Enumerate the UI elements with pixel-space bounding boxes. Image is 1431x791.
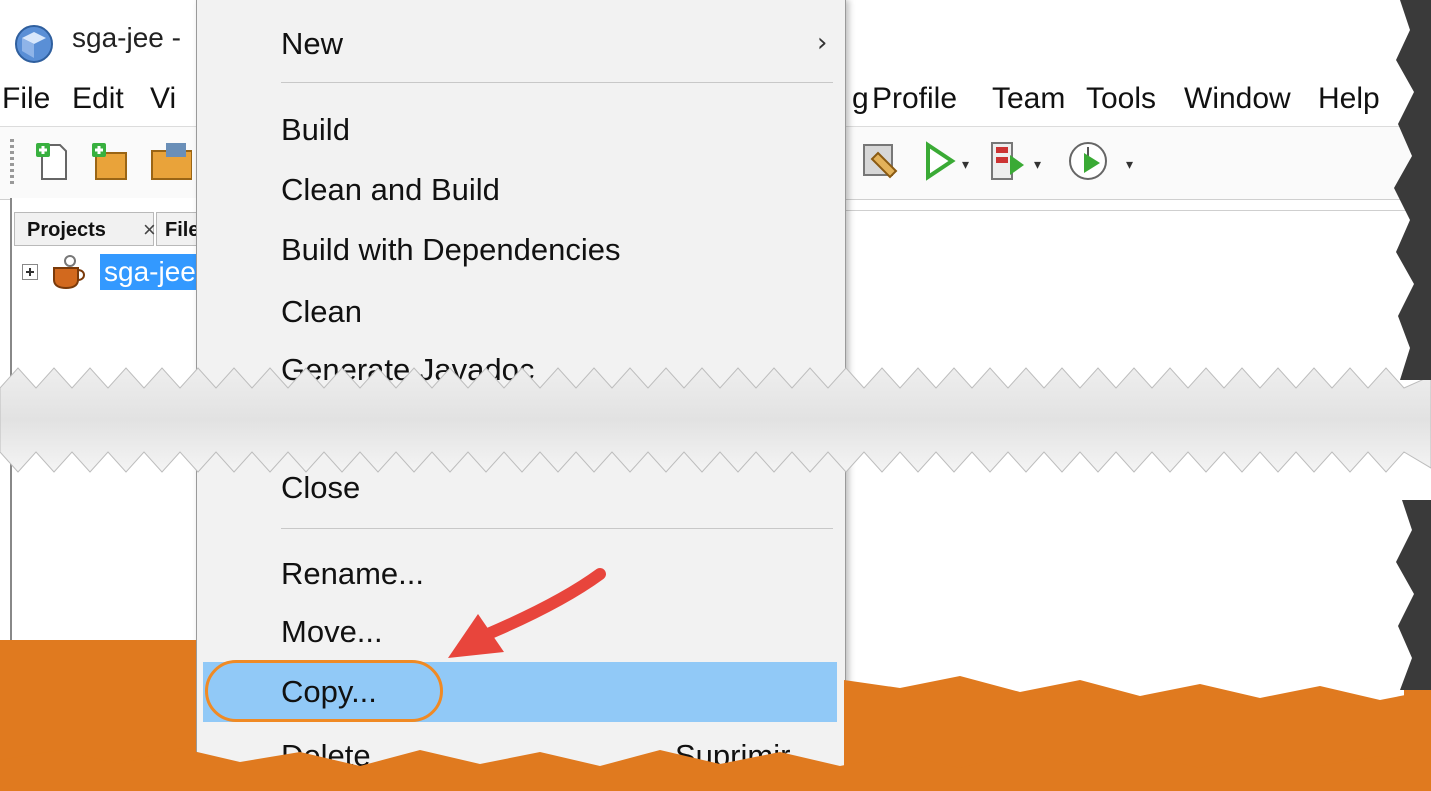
menu-item-clean[interactable]: Clean — [281, 294, 362, 330]
debug-icon[interactable] — [986, 139, 1030, 183]
tab-projects-label: Projects — [27, 219, 106, 241]
menu-window[interactable]: Window — [1184, 82, 1291, 116]
debug-dropdown-icon[interactable]: ▾ — [1034, 157, 1041, 173]
torn-edge-right — [1394, 0, 1431, 791]
run-icon[interactable] — [918, 139, 962, 183]
menu-file[interactable]: File — [2, 82, 50, 116]
open-project-icon[interactable] — [148, 139, 192, 183]
menu-item-new[interactable]: New — [281, 26, 343, 62]
torn-edge-bottom — [0, 640, 1431, 791]
torn-paper-band — [0, 367, 1431, 473]
menu-profile[interactable]: Profile — [872, 82, 957, 116]
tree-root-project[interactable]: sga-jee — [100, 254, 200, 290]
menu-tools[interactable]: Tools — [1086, 82, 1156, 116]
menu-debug[interactable]: g — [852, 82, 869, 116]
menu-view[interactable]: Vi — [150, 82, 176, 116]
toolbar-grip[interactable] — [10, 139, 14, 187]
run-dropdown-icon[interactable]: ▾ — [962, 157, 969, 173]
menu-item-rename[interactable]: Rename... — [281, 556, 424, 592]
close-icon[interactable]: × — [143, 213, 156, 247]
chevron-right-icon: › — [817, 28, 828, 58]
menu-item-build[interactable]: Build — [281, 112, 350, 148]
tab-files[interactable]: File — [156, 212, 200, 246]
tree-expand-icon[interactable] — [22, 264, 38, 280]
new-project-icon[interactable] — [88, 139, 132, 183]
app-cube-icon — [15, 25, 53, 63]
menu-item-build-with-dependencies[interactable]: Build with Dependencies — [281, 232, 621, 268]
menu-edit[interactable]: Edit — [72, 82, 124, 116]
menu-help[interactable]: Help — [1318, 82, 1380, 116]
project-cup-icon — [53, 255, 85, 290]
new-file-icon[interactable] — [30, 139, 74, 183]
menu-team[interactable]: Team — [992, 82, 1065, 116]
profile-icon[interactable] — [1066, 139, 1110, 183]
menu-item-clean-and-build[interactable]: Clean and Build — [281, 172, 500, 208]
menu-separator — [281, 82, 833, 83]
editor-top-border — [838, 210, 1408, 211]
menu-separator — [281, 528, 833, 529]
clean-build-icon[interactable] — [858, 139, 902, 183]
profile-dropdown-icon[interactable]: ▾ — [1126, 157, 1133, 173]
tab-projects[interactable]: Projects × — [14, 212, 156, 247]
window-title: sga-jee - — [72, 22, 181, 53]
